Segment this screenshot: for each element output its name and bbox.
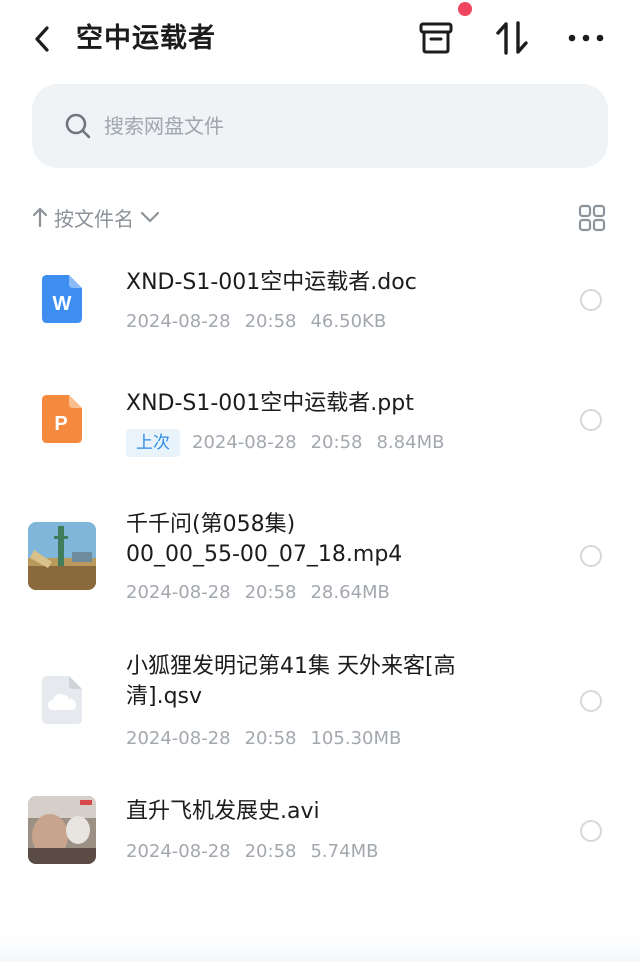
file-date: 2024-08-28 <box>192 432 297 453</box>
file-name: 直升飞机发展史.avi <box>126 799 320 824</box>
svg-text:W: W <box>53 293 72 315</box>
back-button[interactable] <box>26 22 58 56</box>
file-name: 小狐狸发明记第41集 天外来客[高 清].qsv <box>126 652 566 712</box>
last-opened-badge: 上次 <box>126 429 180 457</box>
file-name-line: 00_00_55-00_07_18.mp4 <box>126 542 403 567</box>
notification-dot <box>458 2 472 16</box>
file-size: 28.64MB <box>310 582 390 603</box>
file-row[interactable]: P XND-S1-001空中运载者.ppt 上次 2024-08-28 20:5… <box>0 372 640 472</box>
file-size: 46.50KB <box>310 311 387 332</box>
file-size: 8.84MB <box>376 432 445 453</box>
file-row[interactable]: 千千问(第058集) 00_00_55-00_07_18.mp4 2024-08… <box>0 500 640 615</box>
file-name-line: 小狐狸发明记第41集 天外来客[高 <box>126 654 456 679</box>
file-time: 20:58 <box>244 582 297 603</box>
sort-label: 按文件名 <box>54 206 134 231</box>
recycle-bin-button[interactable] <box>416 18 456 58</box>
file-name-line: 清].qsv <box>126 684 203 709</box>
file-date: 2024-08-28 <box>126 841 231 862</box>
file-date: 2024-08-28 <box>126 311 231 332</box>
file-date: 2024-08-28 <box>126 728 231 749</box>
select-radio[interactable] <box>580 545 602 567</box>
top-bar: 空中运载者 <box>0 0 640 78</box>
more-options-button[interactable] <box>566 18 606 58</box>
page-title: 空中运载者 <box>76 23 216 54</box>
svg-text:P: P <box>54 413 67 435</box>
select-radio[interactable] <box>580 690 602 712</box>
select-radio[interactable] <box>580 289 602 311</box>
search-input[interactable] <box>104 114 504 138</box>
bottom-fade <box>0 935 640 962</box>
file-row[interactable]: W XND-S1-001空中运载者.doc 2024-08-28 20:58 4… <box>0 250 640 350</box>
more-dots-icon <box>568 34 604 42</box>
video-thumbnail <box>28 796 96 864</box>
file-name: 千千问(第058集) 00_00_55-00_07_18.mp4 <box>126 510 566 570</box>
file-meta: 2024-08-28 20:58 46.50KB <box>126 309 386 335</box>
chevron-left-icon <box>35 26 49 52</box>
sort-arrows-icon <box>496 21 528 55</box>
file-name: XND-S1-001空中运载者.doc <box>126 270 417 295</box>
video-thumbnail <box>28 522 96 590</box>
file-time: 20:58 <box>244 311 297 332</box>
file-row[interactable]: 直升飞机发展史.avi 2024-08-28 20:58 5.74MB <box>0 785 640 885</box>
cloud-file-icon <box>28 666 96 734</box>
file-time: 20:58 <box>244 841 297 862</box>
file-meta: 2024-08-28 20:58 5.74MB <box>126 839 378 865</box>
chevron-down-icon <box>140 211 160 223</box>
sort-by-name-control[interactable]: 按文件名 <box>32 200 160 234</box>
archive-box-icon <box>419 22 453 54</box>
arrow-up-icon <box>32 207 48 228</box>
grid-view-icon <box>578 204 606 232</box>
file-row[interactable]: 小狐狸发明记第41集 天外来客[高 清].qsv 2024-08-28 20:5… <box>0 648 640 763</box>
file-meta: 上次 2024-08-28 20:58 8.84MB <box>126 429 444 457</box>
file-time: 20:58 <box>244 728 297 749</box>
file-meta: 2024-08-28 20:58 28.64MB <box>126 580 390 606</box>
select-radio[interactable] <box>580 409 602 431</box>
file-size: 5.74MB <box>310 841 379 862</box>
file-size: 105.30MB <box>310 728 402 749</box>
powerpoint-icon: P <box>28 385 96 453</box>
word-doc-icon: W <box>28 265 96 333</box>
search-bar[interactable] <box>32 84 608 168</box>
file-time: 20:58 <box>310 432 363 453</box>
file-name: XND-S1-001空中运载者.ppt <box>126 391 414 416</box>
file-meta: 2024-08-28 20:58 105.30MB <box>126 726 401 752</box>
search-icon <box>65 113 91 139</box>
sort-button[interactable] <box>492 18 532 58</box>
file-date: 2024-08-28 <box>126 582 231 603</box>
file-name-line: 千千问(第058集) <box>126 512 296 537</box>
grid-view-toggle[interactable] <box>578 204 606 232</box>
select-radio[interactable] <box>580 820 602 842</box>
